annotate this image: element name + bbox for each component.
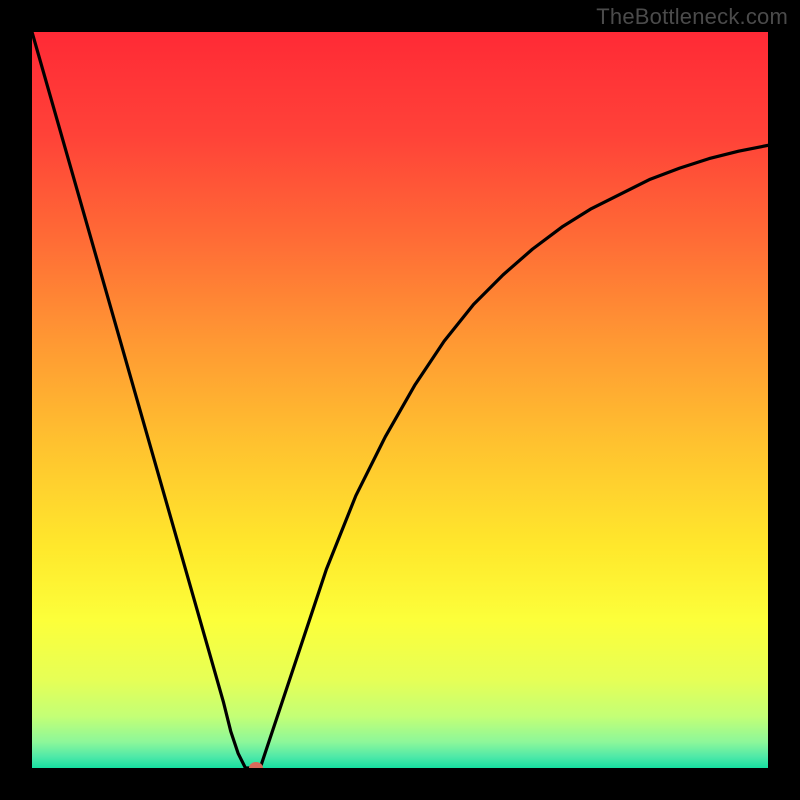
bottleneck-marker [249, 762, 263, 768]
chart-frame: TheBottleneck.com [0, 0, 800, 800]
watermark-text: TheBottleneck.com [596, 4, 788, 30]
plot-area [32, 32, 768, 768]
bottleneck-curve [32, 32, 768, 768]
